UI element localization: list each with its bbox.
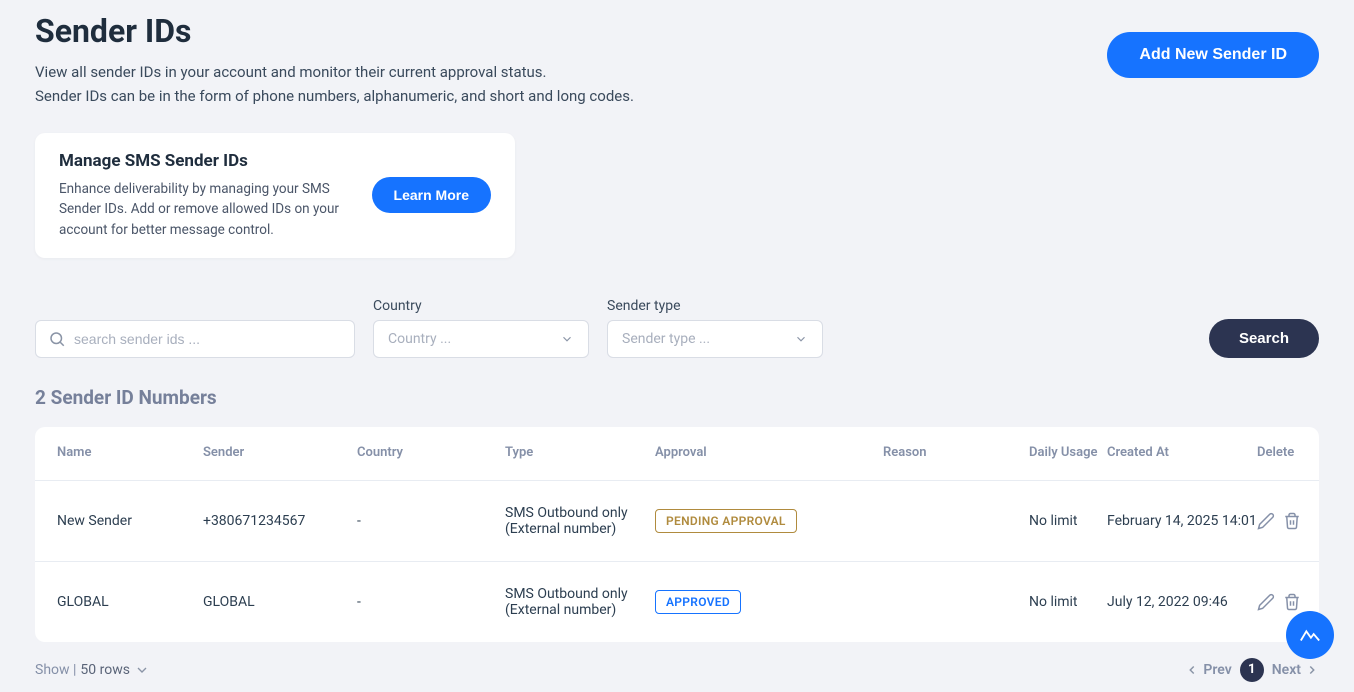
approval-badge: PENDING APPROVAL	[655, 509, 797, 533]
th-sender: Sender	[203, 445, 357, 462]
chevron-left-icon	[1185, 663, 1199, 677]
page-number[interactable]: 1	[1240, 658, 1264, 682]
pagination: Prev 1 Next	[1185, 658, 1319, 682]
mountain-icon	[1299, 624, 1321, 646]
page-title: Sender IDs	[35, 12, 634, 50]
chevron-right-icon	[1305, 663, 1319, 677]
show-label: Show |	[35, 662, 76, 678]
th-reason: Reason	[883, 445, 1029, 462]
chevron-down-icon	[134, 662, 150, 678]
add-sender-button[interactable]: Add New Sender ID	[1107, 32, 1319, 78]
sender-type-select[interactable]: Sender type ...	[607, 320, 823, 358]
section-title: 2 Sender ID Numbers	[35, 386, 1319, 409]
cell-created: July 12, 2022 09:46	[1107, 594, 1257, 610]
cell-country: -	[357, 594, 505, 610]
table-row: New Sender +380671234567 - SMS Outbound …	[35, 481, 1319, 562]
approval-badge: APPROVED	[655, 590, 741, 614]
next-label: Next	[1272, 662, 1301, 678]
learn-more-button[interactable]: Learn More	[372, 177, 491, 213]
chevron-down-icon	[560, 332, 574, 346]
edit-icon[interactable]	[1257, 512, 1275, 530]
cell-type: SMS Outbound only (External number)	[505, 586, 655, 618]
sender-type-placeholder: Sender type ...	[622, 331, 710, 347]
cell-actions	[1257, 593, 1317, 611]
th-name: Name	[57, 445, 203, 462]
help-fab[interactable]	[1286, 611, 1334, 659]
country-placeholder: Country ...	[388, 331, 451, 347]
cell-country: -	[357, 513, 505, 529]
next-button[interactable]: Next	[1272, 662, 1319, 678]
cell-name: New Sender	[57, 513, 203, 529]
cell-name: GLOBAL	[57, 594, 203, 610]
th-usage: Daily Usage	[1029, 445, 1107, 462]
cell-type: SMS Outbound only (External number)	[505, 505, 655, 537]
cell-created: February 14, 2025 14:01	[1107, 513, 1257, 529]
rows-per-page-select[interactable]: Show | 50 rows	[35, 662, 150, 678]
search-input[interactable]	[74, 331, 342, 347]
trash-icon[interactable]	[1283, 512, 1301, 530]
prev-label: Prev	[1203, 662, 1231, 678]
card-text: Enhance deliverability by managing your …	[59, 179, 359, 240]
manage-sms-card: Manage SMS Sender IDs Enhance deliverabi…	[35, 133, 515, 258]
cell-usage: No limit	[1029, 594, 1107, 610]
search-input-wrapper[interactable]	[35, 320, 355, 358]
search-button[interactable]: Search	[1209, 319, 1319, 358]
cell-sender: +380671234567	[203, 513, 357, 529]
rows-count: 50 rows	[80, 662, 130, 678]
country-label: Country	[373, 298, 589, 314]
page-subtitle-1: View all sender IDs in your account and …	[35, 60, 634, 84]
page-subtitle-2: Sender IDs can be in the form of phone n…	[35, 84, 634, 108]
card-title: Manage SMS Sender IDs	[59, 151, 359, 171]
th-created: Created At	[1107, 445, 1257, 462]
th-type: Type	[505, 445, 655, 462]
cell-usage: No limit	[1029, 513, 1107, 529]
trash-icon[interactable]	[1283, 593, 1301, 611]
cell-actions	[1257, 512, 1317, 530]
country-select[interactable]: Country ...	[373, 320, 589, 358]
cell-sender: GLOBAL	[203, 594, 357, 610]
table-header: Name Sender Country Type Approval Reason…	[35, 427, 1319, 481]
th-country: Country	[357, 445, 505, 462]
sender-type-label: Sender type	[607, 298, 823, 314]
table-row: GLOBAL GLOBAL - SMS Outbound only (Exter…	[35, 562, 1319, 642]
sender-table: Name Sender Country Type Approval Reason…	[35, 427, 1319, 642]
th-approval: Approval	[655, 445, 883, 462]
prev-button[interactable]: Prev	[1185, 662, 1231, 678]
edit-icon[interactable]	[1257, 593, 1275, 611]
cell-approval: APPROVED	[655, 590, 883, 614]
cell-approval: PENDING APPROVAL	[655, 509, 883, 533]
chevron-down-icon	[794, 332, 808, 346]
search-icon	[48, 330, 66, 348]
th-delete: Delete	[1257, 445, 1317, 462]
